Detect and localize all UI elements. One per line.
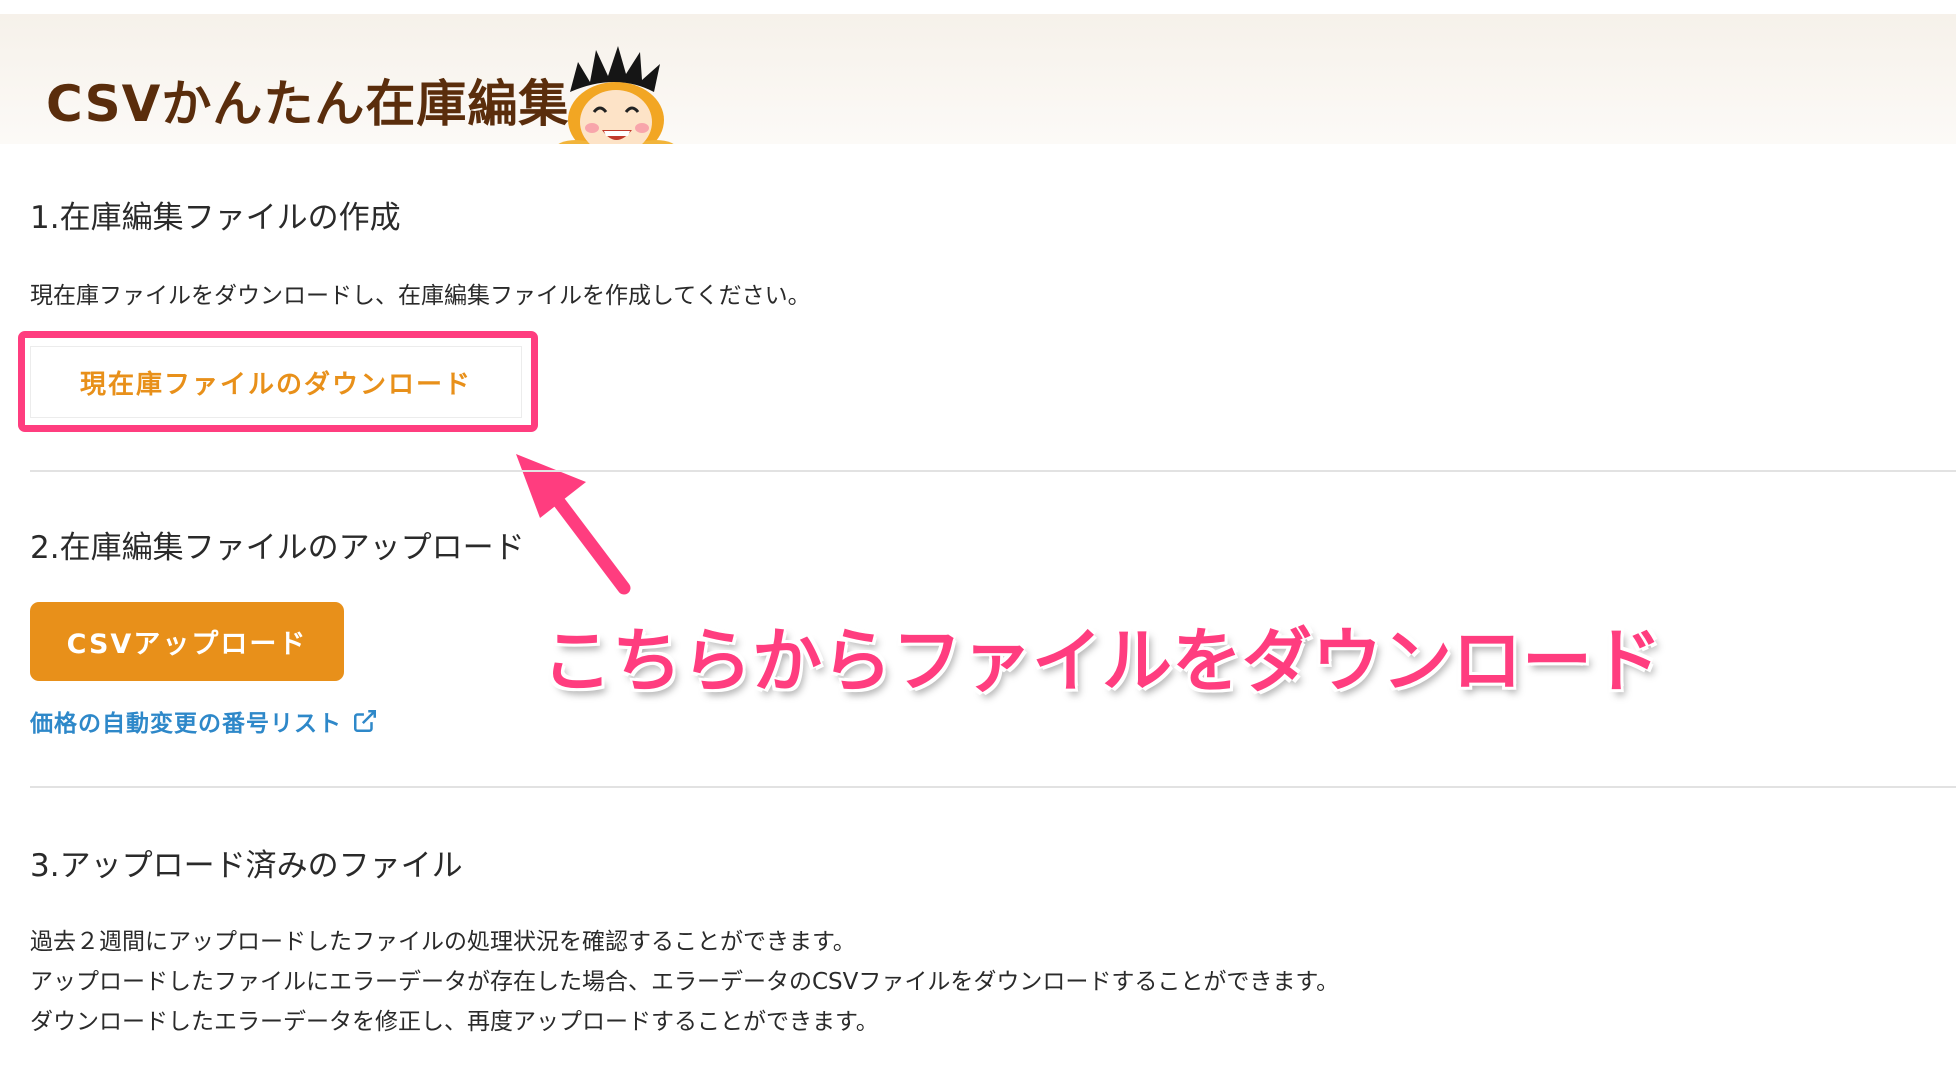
annotation-arrow-icon (516, 454, 631, 595)
divider (30, 786, 1956, 788)
external-link-icon (354, 710, 376, 732)
section-description-create: 現在庫ファイルをダウンロードし、在庫編集ファイルを作成してください。 (30, 283, 811, 309)
section-heading-upload: 2.在庫編集ファイルのアップロード (30, 530, 525, 566)
app-header: CSVかんたん在庫編集 (0, 14, 1956, 160)
download-current-stock-button[interactable]: 現在庫ファイルのダウンロード (30, 346, 522, 418)
uploaded-description-line: アップロードしたファイルにエラーデータが存在した場合、エラーデータのCSVファイ… (30, 969, 1340, 995)
app-title: CSVかんたん在庫編集 (46, 75, 570, 133)
annotation-download-hint: こちらからファイルをダウンロード (542, 620, 1662, 702)
price-auto-change-list-link[interactable]: 価格の自動変更の番号リスト (30, 704, 378, 738)
uploaded-description-line: 過去２週間にアップロードしたファイルの処理状況を確認することができます。 (30, 929, 856, 955)
section-heading-create: 1.在庫編集ファイルの作成 (30, 200, 401, 236)
divider (30, 470, 1956, 472)
section-heading-uploaded: 3.アップロード済みのファイル (30, 848, 463, 884)
uploaded-description-line: ダウンロードしたエラーデータを修正し、再度アップロードすることができます。 (30, 1009, 879, 1035)
price-auto-change-list-label: 価格の自動変更の番号リスト (30, 711, 342, 737)
csv-upload-button[interactable]: CSVアップロード (30, 602, 344, 681)
